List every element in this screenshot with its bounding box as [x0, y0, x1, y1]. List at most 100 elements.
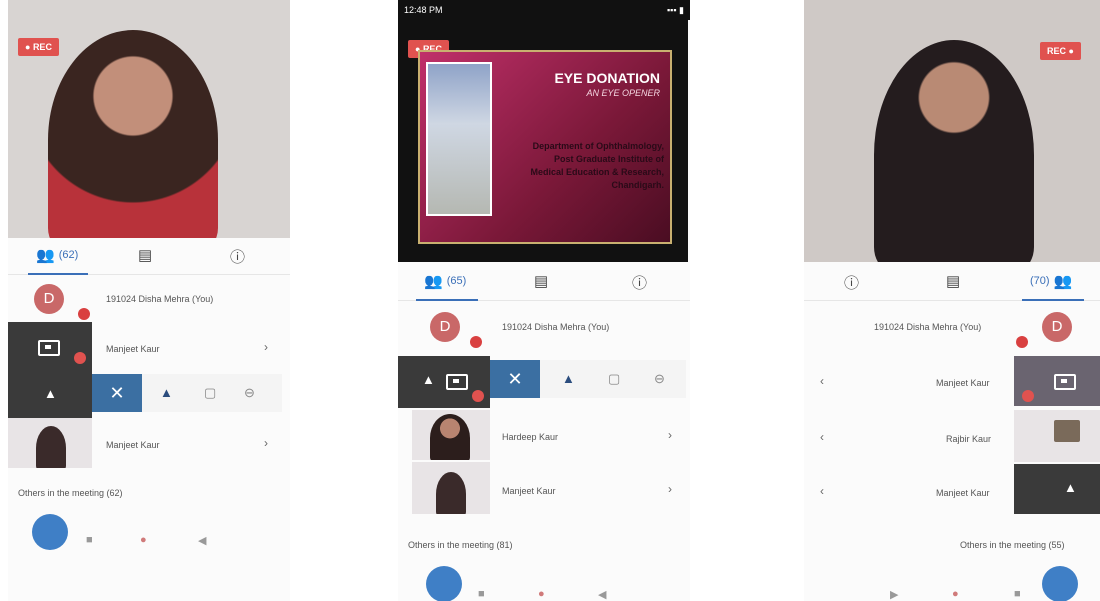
self-name: 191024 Disha Mehra (You): [106, 294, 214, 304]
pin-icon: ▲: [44, 386, 57, 401]
home-icon[interactable]: ●: [140, 534, 147, 546]
speaker-figure: [48, 30, 218, 238]
back-icon[interactable]: ◀: [598, 588, 606, 601]
phone-1: ● REC 👥 (62) ▤ ⓘ D 191024 Disha Mehra (Y…: [8, 0, 290, 601]
spotlight-button[interactable]: ▢: [608, 371, 620, 387]
pin-button[interactable]: ▲: [160, 385, 173, 400]
participant-thumb-2: [412, 410, 490, 460]
status-bar: 12:48 PM ▪▪▪ ▮: [398, 0, 690, 20]
camera-icon: [1054, 374, 1076, 390]
participant-thumb-1: [8, 322, 92, 372]
home-icon[interactable]: ●: [538, 588, 545, 600]
mic-muted-icon: [1022, 390, 1034, 402]
participant-thumb-3: [412, 462, 490, 514]
participant-controls: ✕ ▲ ▢ ⊖: [92, 374, 282, 412]
home-icon[interactable]: ●: [952, 588, 959, 600]
tab-underline: [28, 273, 88, 275]
participant-thumb-1: [1014, 356, 1100, 406]
tab-bar: 👥 (65) ▤ ⓘ: [398, 266, 690, 301]
tab-underline: [1022, 299, 1084, 301]
participant-name: Manjeet Kaur: [502, 486, 556, 496]
close-button[interactable]: ✕: [490, 360, 540, 398]
status-icons: ▪▪▪ ▮: [666, 5, 684, 15]
remove-button[interactable]: ⊖: [244, 385, 255, 401]
recents-icon[interactable]: ■: [1014, 588, 1021, 600]
chevron-left-icon[interactable]: ‹: [820, 374, 824, 388]
shared-screen: ● REC EYE DONATION AN EYE OPENER Departm…: [398, 20, 688, 262]
tab-bar: 👥 (62) ▤ ⓘ: [8, 240, 290, 275]
mic-muted-icon: [74, 352, 86, 364]
self-name: 191024 Disha Mehra (You): [874, 322, 982, 332]
participant-thumb-3: ▲: [1014, 464, 1100, 514]
chat-icon: ▤: [138, 247, 153, 264]
slide-body: Department of Ophthalmology, Post Gradua…: [530, 141, 664, 190]
tab-chat[interactable]: ▤: [138, 246, 152, 264]
pin-button[interactable]: ▲: [562, 371, 575, 386]
slide-title: EYE DONATION: [554, 70, 660, 86]
participant-thumb-2: [1014, 410, 1100, 462]
android-navbar: ▶ ● ■: [804, 584, 1100, 601]
main-video: ● REC: [8, 0, 290, 238]
self-avatar: D: [430, 312, 460, 342]
participant-thumb-3: [8, 418, 92, 468]
tab-chat[interactable]: ▤: [946, 272, 960, 290]
chevron-right-icon[interactable]: ›: [264, 436, 268, 450]
others-label: Others in the meeting (81): [408, 540, 513, 550]
slide-subtitle: AN EYE OPENER: [586, 88, 660, 98]
tab-participants[interactable]: 👥 (62): [36, 246, 78, 264]
participant-figure: [36, 426, 66, 468]
participant-figure: [1054, 420, 1080, 442]
participant-figure: [436, 472, 466, 514]
chat-icon: ▤: [946, 273, 961, 290]
close-button[interactable]: ✕: [92, 374, 142, 412]
chevron-right-icon[interactable]: ›: [264, 340, 268, 354]
info-icon: ⓘ: [230, 249, 246, 266]
camera-icon: [446, 374, 468, 390]
tab-info[interactable]: ⓘ: [844, 272, 859, 293]
chevron-left-icon[interactable]: ‹: [820, 430, 824, 444]
tab-participants[interactable]: 👥 (65): [424, 272, 466, 290]
status-time: 12:48 PM: [404, 5, 443, 15]
participant-thumb-1: ▲: [398, 356, 490, 408]
recents-icon[interactable]: ■: [478, 588, 485, 600]
participants-icon: 👥: [36, 247, 55, 264]
phone-3: REC ● ⓘ ▤ (70) 👥 D 191024 Disha Mehra (Y…: [804, 0, 1100, 601]
tab-underline: [416, 299, 478, 301]
chat-icon: ▤: [534, 273, 549, 290]
chevron-right-icon[interactable]: ›: [668, 428, 672, 442]
tab-participants[interactable]: (70) 👥: [1030, 272, 1072, 290]
tab-info[interactable]: ⓘ: [230, 246, 245, 267]
participant-name: Manjeet Kaur: [936, 488, 990, 498]
participant-name: Hardeep Kaur: [502, 432, 559, 442]
recents-icon[interactable]: ■: [86, 534, 93, 546]
presentation-slide: EYE DONATION AN EYE OPENER Department of…: [418, 50, 672, 244]
back-icon[interactable]: ◀: [198, 534, 206, 547]
rec-badge: REC ●: [1040, 42, 1081, 60]
participant-name: Manjeet Kaur: [106, 440, 160, 450]
slide-photo: [426, 62, 492, 216]
participants-icon: 👥: [424, 273, 443, 290]
android-navbar: ■ ● ◀: [8, 530, 290, 552]
self-avatar: D: [34, 284, 64, 314]
chevron-right-icon[interactable]: ›: [668, 482, 672, 496]
tab-info[interactable]: ⓘ: [632, 272, 647, 293]
remove-button[interactable]: ⊖: [654, 371, 665, 387]
info-icon: ⓘ: [844, 275, 860, 292]
camera-icon: [38, 340, 60, 356]
spotlight-button[interactable]: ▢: [204, 385, 216, 401]
pin-icon: ▲: [422, 372, 435, 387]
participant-controls: ✕ ▲ ▢ ⊖: [490, 360, 686, 398]
participant-figure: [430, 414, 470, 460]
phone-2: 12:48 PM ▪▪▪ ▮ ● REC EYE DONATION AN EYE…: [398, 0, 690, 601]
speaker-figure: [874, 40, 1034, 262]
tab-chat[interactable]: ▤: [534, 272, 548, 290]
back-icon[interactable]: ▶: [890, 588, 898, 601]
chevron-left-icon[interactable]: ‹: [820, 484, 824, 498]
main-video: REC ●: [804, 0, 1100, 262]
pin-icon: ▲: [1064, 480, 1077, 495]
rec-badge: ● REC: [18, 38, 59, 56]
participants-icon: 👥: [1053, 273, 1073, 290]
self-hand-badge: [78, 308, 90, 320]
others-label: Others in the meeting (62): [18, 488, 123, 498]
self-name: 191024 Disha Mehra (You): [502, 322, 610, 332]
